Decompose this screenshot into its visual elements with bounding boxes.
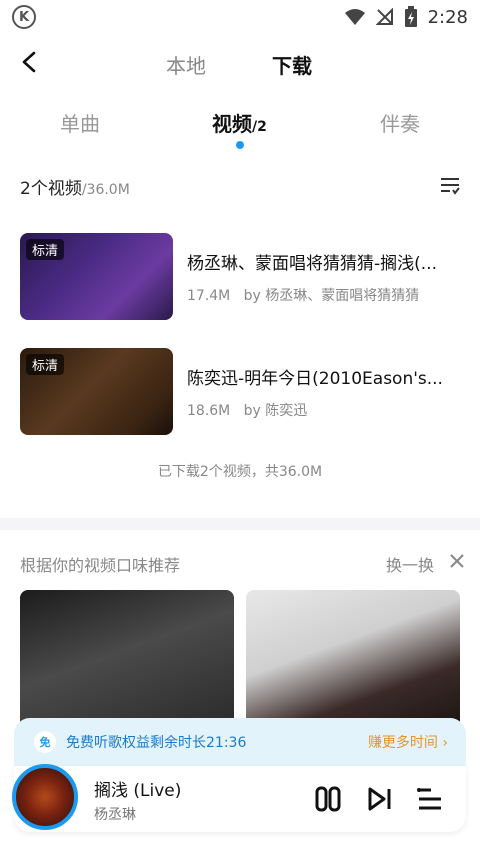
video-summary: 2个视频/36.0M [20, 174, 130, 199]
quality-badge: 标清 [26, 354, 65, 375]
earn-more-label: 赚更多时间 [367, 735, 438, 751]
free-listen-banner[interactable]: 免 免费听歌权益剩余时长21:36 赚更多时间 › [14, 718, 466, 766]
video-artist: by 陈奕迅 [243, 403, 308, 419]
recommended-video-card[interactable] [20, 590, 234, 730]
battery-charging-icon [404, 6, 417, 27]
subtab-accompaniment[interactable]: 伴奏 [380, 108, 420, 137]
video-size: 17.4M [187, 288, 231, 304]
close-icon[interactable] [448, 552, 466, 570]
video-count-label: 2个视频 [20, 179, 82, 199]
pause-icon[interactable] [314, 785, 342, 813]
status-bar: K 2:28 [0, 0, 480, 34]
earn-more-time-link[interactable]: 赚更多时间 › [368, 732, 448, 752]
video-list-item[interactable]: 标清 杨丞琳、蒙面唱将猜猜猜-搁浅(... 17.4M by 杨丞琳、蒙面唱将猜… [20, 233, 460, 321]
free-tag-icon: 免 [34, 731, 56, 753]
video-artist: by 杨丞琳、蒙面唱将猜猜猜 [243, 288, 420, 304]
tab-download[interactable]: 下载 [272, 50, 312, 79]
no-signal-icon [375, 8, 393, 25]
k-logo-icon: K [12, 5, 36, 29]
playlist-queue-icon[interactable] [416, 785, 444, 813]
video-title: 陈奕迅-明年今日(2010Eason's... [187, 369, 443, 389]
now-playing-title: 搁浅 (Live) [94, 781, 182, 801]
section-divider [0, 518, 480, 530]
top-nav: 本地 下载 [0, 40, 480, 86]
video-thumbnail: 标清 [20, 233, 173, 320]
album-art[interactable] [12, 764, 78, 830]
subtab-video-label: 视频 [212, 112, 252, 136]
video-meta: 18.6M by 陈奕迅 [187, 400, 307, 420]
video-list-item[interactable]: 标清 陈奕迅-明年今日(2010Eason's... 18.6M by 陈奕迅 [20, 348, 460, 436]
wifi-icon [344, 9, 365, 25]
video-title: 杨丞琳、蒙面唱将猜猜猜-搁浅(... [187, 254, 437, 274]
tab-local[interactable]: 本地 [166, 50, 206, 79]
recommended-video-card[interactable] [246, 590, 460, 730]
mini-player[interactable]: 搁浅 (Live) 杨丞琳 [12, 764, 466, 832]
recommend-title: 根据你的视频口味推荐 [20, 556, 181, 575]
subtab-single[interactable]: 单曲 [60, 108, 100, 137]
active-tab-indicator [236, 141, 244, 149]
sort-list-icon[interactable] [440, 176, 460, 196]
status-time: 2:28 [427, 6, 468, 28]
free-listen-text: 免费听歌权益剩余时长21:36 [66, 735, 247, 751]
refresh-button[interactable]: 换一换 [386, 552, 434, 576]
subtab-video[interactable]: 视频/2 [212, 108, 267, 137]
subtab-video-count: /2 [252, 119, 267, 135]
status-icons: 2:28 [344, 6, 468, 28]
video-thumbnail: 标清 [20, 348, 173, 435]
video-meta: 17.4M by 杨丞琳、蒙面唱将猜猜猜 [187, 285, 419, 305]
quality-badge: 标清 [26, 239, 65, 260]
now-playing-artist: 杨丞琳 [94, 807, 136, 823]
chevron-right-icon: › [442, 735, 448, 751]
next-track-icon[interactable] [366, 785, 394, 813]
video-size: 18.6M [187, 403, 231, 419]
video-total-size: /36.0M [81, 182, 130, 198]
downloaded-total: 已下载2个视频，共36.0M [157, 464, 323, 480]
back-arrow-icon[interactable] [18, 50, 42, 74]
